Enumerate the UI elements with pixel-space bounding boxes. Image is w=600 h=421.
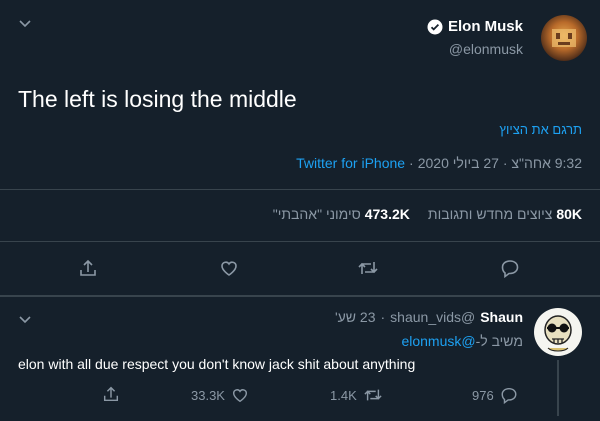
retweets-stat[interactable]: 80K ציוצים מחדש ותגובות [428,206,582,222]
likes-label: סימוני "אהבתי" [272,206,361,222]
reply-author-name[interactable]: Shaun [480,309,523,325]
likes-stat[interactable]: 473.2K סימוני "אהבתי" [273,206,410,222]
tweet-menu-chevron-icon[interactable] [18,16,32,30]
reply-reply-icon[interactable] [500,386,518,404]
heart-icon[interactable] [219,258,239,278]
author-handle[interactable]: @elonmusk [449,41,523,57]
reply-reply-count: 976 [472,387,494,403]
reply-avatar[interactable] [534,308,582,356]
reply-like-count: 33.3K [191,387,225,403]
tweet-source[interactable]: Twitter for iPhone [296,155,405,171]
verified-badge-icon [427,19,443,35]
likes-count: 473.2K [364,206,410,222]
replying-prefix: משיב ל- [475,333,523,349]
reply-author-handle[interactable]: @shaun_vids [390,309,475,325]
author-avatar[interactable] [541,15,587,61]
thread-line [557,360,559,416]
reply-icon[interactable] [500,258,520,278]
reply-retweet-count: 1.4K [330,387,357,403]
reply-menu-chevron-icon[interactable] [18,312,32,326]
reply-text: elon with all due respect you don't know… [18,356,416,372]
retweets-count: 80K [556,206,582,222]
translate-tweet-link[interactable]: תרגם את הציוץ [499,122,582,137]
reply-share-icon[interactable] [102,385,120,403]
retweet-icon[interactable] [357,258,379,278]
reply-retweet-icon[interactable] [363,386,383,404]
tweet-timestamp[interactable]: 9:32 אחה"צ · 27 ביולי 2020 [418,155,582,171]
retweets-label: ציוצים מחדש ותגובות [427,206,553,222]
reply-timestamp[interactable]: 23 שע' [335,309,376,325]
replying-to-handle[interactable]: @elonmusk [401,333,475,349]
reply-heart-icon[interactable] [231,386,249,404]
tweet-text: The left is losing the middle [18,86,297,112]
author-name[interactable]: Elon Musk [448,18,523,35]
share-icon[interactable] [78,258,98,278]
